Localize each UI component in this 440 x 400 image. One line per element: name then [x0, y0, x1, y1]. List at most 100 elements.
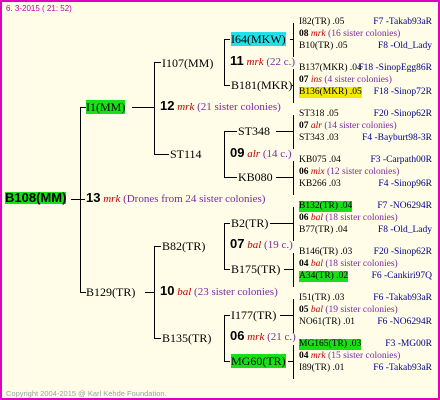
bottom-mrk: bal	[177, 286, 192, 298]
gg-note: (19 sister colonies)	[325, 305, 398, 315]
node-MG60: MG60(TR)	[231, 354, 286, 368]
connector	[224, 39, 225, 86]
root-gen: 13	[86, 190, 101, 205]
gg-generation-line: 08 mrk (16 sister colonies)	[299, 29, 400, 40]
connector	[293, 207, 294, 241]
gg-sire-origin: F18 -SinopEgg86R	[358, 63, 432, 73]
connector	[154, 154, 169, 155]
connector	[145, 292, 154, 293]
gg-sire: B137(MKR) .04	[299, 63, 362, 73]
ST114-note: (14 c.)	[262, 148, 292, 160]
node-B129: B129(TR)	[86, 285, 136, 299]
gg-mrk: bal	[310, 259, 324, 269]
connector	[293, 161, 294, 195]
gg-note: (12 sister colonies)	[326, 167, 400, 177]
connector	[224, 85, 230, 86]
root-node: B108(MM)	[5, 190, 67, 205]
gg-mrk: alr	[310, 121, 322, 131]
gg-dam: I89(TR) .01	[299, 363, 345, 373]
gg-mrk: ins	[310, 75, 322, 85]
connector	[154, 62, 161, 63]
ST114-mrk: alr	[247, 148, 261, 160]
gg-dam-origin: F6 -Takab93aR	[373, 363, 432, 373]
gg-note: (18 sister colonies)	[325, 213, 398, 223]
gg-note: (4 sister colonies)	[324, 75, 392, 85]
gg-sire-origin: F7 -NO6294R	[377, 201, 432, 211]
gg-mrk: mix	[310, 167, 325, 177]
gg-sire: MG165(TR) .03	[299, 339, 362, 350]
connector	[132, 107, 154, 108]
gg-sire-origin: F7 -Takab93aR	[373, 17, 432, 27]
connector	[293, 23, 294, 57]
I107-gen: 11	[230, 53, 244, 68]
connector	[154, 338, 161, 339]
I107-mrk: mrk	[246, 56, 264, 68]
gg-sire: B132(TR) .04	[299, 201, 353, 212]
connector	[276, 131, 293, 132]
B135-mrk: mrk	[247, 331, 265, 343]
gg-generation-line: 05 bal (19 sister colonies)	[299, 305, 398, 316]
gg-generation-line: 06 bal (18 sister colonies)	[299, 213, 398, 224]
connector	[154, 246, 161, 247]
gg-sire-origin: F3 -Carpath00R	[370, 155, 432, 165]
connector	[290, 39, 293, 40]
node-ST114: ST114	[170, 147, 202, 161]
B135-gen: 06	[230, 328, 245, 343]
connector	[154, 62, 155, 154]
gg-gen: 07	[299, 121, 309, 131]
B135-gen-line: 06 mrk (21 c.)	[230, 328, 296, 343]
node-B135: B135(TR)	[162, 331, 212, 345]
gg-sire: B146(TR) .03	[299, 247, 353, 257]
top-mrk: mrk	[177, 101, 195, 113]
gg-dam: B77(TR) .04	[299, 225, 348, 235]
connector	[224, 361, 230, 362]
node-KB080: KB080	[238, 170, 273, 184]
gg-gen: 06	[299, 167, 309, 177]
I107-note: (22 c.)	[266, 56, 296, 68]
gg-mrk: bal	[310, 213, 324, 223]
connector	[284, 269, 293, 270]
B82-gen: 07	[230, 236, 245, 251]
gg-gen: 08	[299, 29, 309, 39]
node-B2: B2(TR)	[231, 216, 269, 230]
gg-gen: 06	[299, 213, 309, 223]
gg-sire-origin: F3 -MG00R	[385, 339, 432, 349]
connector	[224, 177, 237, 178]
gg-sire-origin: F20 -Sinop62R	[373, 247, 432, 257]
root-mrk: mrk	[103, 193, 121, 205]
bottom-gen: 10	[160, 283, 175, 298]
gg-generation-line: 06 mix (12 sister colonies)	[299, 167, 399, 178]
gg-gen: 05	[299, 305, 309, 315]
gg-generation-line: 07 alr (14 sister colonies)	[299, 121, 397, 132]
connector	[71, 199, 85, 200]
connector	[80, 107, 81, 293]
connector	[224, 39, 230, 40]
copyright: Copyright 2004-2015 @ Karl Kehde Foundat…	[6, 389, 167, 398]
connector	[224, 131, 237, 132]
node-B181: B181(MKR)	[231, 78, 293, 92]
connector	[288, 361, 293, 362]
gg-sire: I82(TR) .05	[299, 17, 345, 27]
connector	[80, 292, 86, 293]
gg-generation-line: 04 mrk (15 sister colonies)	[299, 351, 400, 362]
connector	[293, 69, 294, 103]
connector	[280, 315, 293, 316]
gg-dam-origin: F8 -Old_Lady	[377, 41, 432, 51]
B82-mrk: bal	[247, 239, 262, 251]
gg-mrk: bal	[310, 305, 324, 315]
B82-note: (19 c.)	[264, 239, 293, 251]
gg-dam: ST343 .03	[299, 133, 339, 143]
header-date: 6. 3-2015 ( 21: 52)	[6, 4, 72, 13]
gg-gen: 04	[299, 259, 309, 269]
node-B175: B175(TR)	[231, 262, 281, 276]
gg-generation-line: 07 ins (4 sister colonies)	[299, 75, 392, 86]
connector	[80, 107, 86, 108]
gg-sire-origin: F20 -Sinop62R	[373, 109, 432, 119]
gg-dam-origin: F4 -Bayburt98-3R	[362, 133, 432, 143]
connector	[154, 246, 155, 338]
top-gen: 12	[160, 98, 175, 113]
connector	[276, 177, 293, 178]
connector	[293, 253, 294, 287]
gg-note: (15 sister colonies)	[328, 351, 401, 361]
B82-gen-line: 07 bal (19 c.)	[230, 236, 293, 251]
